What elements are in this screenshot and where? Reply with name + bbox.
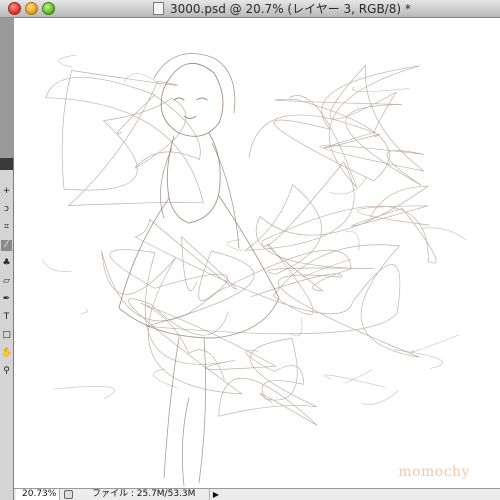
pen-icon[interactable]: ✒ [1,294,12,305]
move-icon[interactable]: + [1,186,12,197]
status-menu-arrow[interactable]: ▶ [209,489,222,500]
shape-icon[interactable]: □ [1,330,12,341]
document-info-icon[interactable] [64,490,73,499]
minimize-window-button[interactable] [25,2,38,15]
file-size-info: ファイル : 25.7M/53.3M [92,489,196,499]
watermark-signature: momochy [398,464,470,480]
close-window-button[interactable] [8,2,21,15]
document-canvas[interactable]: momochy [14,18,500,488]
tools-panel: + ↄ ⌗ ⁄ ♣ ▱ ✒ T □ ✋ ⚲ [0,158,14,500]
stamp-icon[interactable]: ♣ [1,258,12,269]
zoom-level-field[interactable]: 20.73% [16,489,60,500]
hand-icon[interactable]: ✋ [1,348,12,359]
title-bar: 3000.psd @ 20.7% (レイヤー 3, RGB/8) * [0,0,500,18]
crop-icon[interactable]: ⌗ [1,222,12,233]
zoom-icon[interactable]: ⚲ [1,366,12,377]
lasso-icon[interactable]: ↄ [1,204,12,215]
window-title: 3000.psd @ 20.7% (レイヤー 3, RGB/8) * [170,2,411,16]
sketch-drawing [41,53,467,487]
eraser-icon[interactable]: ▱ [1,276,12,287]
type-icon[interactable]: T [1,312,12,323]
tools-panel-grip[interactable] [0,158,13,170]
document-icon [153,2,164,15]
status-bar: 20.73% ファイル : 25.7M/53.3M ▶ [14,488,500,500]
brush-icon[interactable]: ⁄ [1,240,12,251]
zoom-window-button[interactable] [42,2,55,15]
